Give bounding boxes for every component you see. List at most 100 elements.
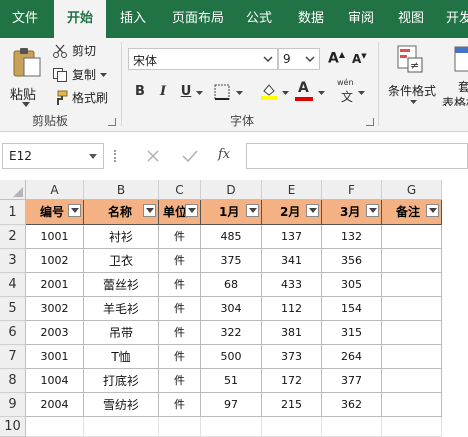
tab-data[interactable]: 数据	[298, 0, 324, 38]
increase-font-size-button[interactable]: A▲	[328, 50, 345, 67]
filter-dropdown-icon[interactable]	[68, 204, 81, 217]
table-cell[interactable]: 341	[262, 249, 322, 273]
empty-cell[interactable]	[382, 417, 442, 437]
column-header-c[interactable]: C	[159, 180, 201, 200]
table-cell[interactable]	[382, 369, 442, 393]
enter-check-icon[interactable]	[182, 149, 198, 163]
table-cell[interactable]: 433	[262, 273, 322, 297]
font-color-button[interactable]: A	[294, 80, 314, 102]
table-cell[interactable]	[382, 273, 442, 297]
row-header[interactable]: 1	[0, 200, 26, 225]
column-header-g[interactable]: G	[382, 180, 442, 200]
select-all-corner[interactable]	[0, 180, 26, 200]
fill-color-icon[interactable]	[260, 82, 278, 100]
column-header-d[interactable]: D	[201, 180, 262, 200]
row-header[interactable]: 9	[0, 393, 26, 417]
table-cell[interactable]: 打底衫	[84, 369, 159, 393]
column-header-b[interactable]: B	[84, 180, 159, 200]
empty-cell[interactable]	[322, 417, 382, 437]
chevron-down-icon[interactable]	[282, 91, 289, 95]
empty-cell[interactable]	[159, 417, 201, 437]
table-cell[interactable]: 373	[262, 345, 322, 369]
table-cell[interactable]: 3001	[26, 345, 84, 369]
header-cell[interactable]: 2月	[262, 200, 322, 225]
column-header-e[interactable]: E	[262, 180, 322, 200]
row-header[interactable]: 4	[0, 273, 26, 297]
font-launcher-icon[interactable]	[366, 118, 374, 126]
italic-button[interactable]: I	[153, 82, 173, 102]
empty-cell[interactable]	[84, 417, 159, 437]
tab-formulas[interactable]: 公式	[246, 0, 272, 38]
name-box[interactable]: E12	[2, 143, 104, 169]
tab-developer[interactable]: 开发	[446, 0, 468, 38]
table-cell[interactable]: 485	[201, 225, 262, 249]
row-header[interactable]: 2	[0, 225, 26, 249]
table-cell[interactable]	[382, 321, 442, 345]
table-cell[interactable]: 件	[159, 273, 201, 297]
paste-button[interactable]: 粘贴	[8, 44, 46, 107]
insert-function-icon[interactable]: fx	[218, 147, 230, 162]
tab-file[interactable]: 文件	[12, 0, 38, 38]
table-cell[interactable]	[382, 249, 442, 273]
chevron-down-icon[interactable]	[318, 91, 325, 95]
cut-button[interactable]: 剪切	[52, 42, 96, 59]
row-header[interactable]: 5	[0, 297, 26, 321]
table-cell[interactable]: 381	[262, 321, 322, 345]
filter-dropdown-icon[interactable]	[185, 204, 198, 217]
table-cell[interactable]: 件	[159, 225, 201, 249]
table-cell[interactable]: 500	[201, 345, 262, 369]
filter-dropdown-icon[interactable]	[366, 204, 379, 217]
tab-page-layout[interactable]: 页面布局	[172, 0, 224, 38]
chevron-down-icon[interactable]	[196, 91, 203, 95]
table-cell[interactable]: 2004	[26, 393, 84, 417]
format-as-table-button[interactable]: 套 表格格	[440, 44, 468, 106]
underline-button[interactable]: U	[176, 82, 196, 102]
table-cell[interactable]: 112	[262, 297, 322, 321]
table-cell[interactable]: 377	[322, 369, 382, 393]
tab-review[interactable]: 审阅	[348, 0, 374, 38]
header-cell[interactable]: 备注	[382, 200, 442, 225]
table-cell[interactable]: 322	[201, 321, 262, 345]
table-cell[interactable]: 件	[159, 249, 201, 273]
table-cell[interactable]: 137	[262, 225, 322, 249]
table-cell[interactable]: 雪纺衫	[84, 393, 159, 417]
decrease-font-size-button[interactable]: A▼	[352, 52, 367, 66]
chevron-down-icon[interactable]	[236, 91, 243, 95]
table-cell[interactable]: 蕾丝衫	[84, 273, 159, 297]
header-cell[interactable]: 单位	[159, 200, 201, 225]
table-cell[interactable]: 衬衫	[84, 225, 159, 249]
empty-cell[interactable]	[201, 417, 262, 437]
table-cell[interactable]: 卫衣	[84, 249, 159, 273]
row-header[interactable]: 8	[0, 369, 26, 393]
column-header-f[interactable]: F	[322, 180, 382, 200]
header-cell[interactable]: 名称	[84, 200, 159, 225]
font-size-select[interactable]: 9	[278, 48, 320, 70]
filter-dropdown-icon[interactable]	[426, 204, 439, 217]
table-cell[interactable]: 件	[159, 369, 201, 393]
tab-insert[interactable]: 插入	[120, 0, 146, 38]
table-cell[interactable]: 172	[262, 369, 322, 393]
table-cell[interactable]: 51	[201, 369, 262, 393]
phonetic-button[interactable]: wén 文	[336, 78, 360, 104]
table-cell[interactable]: 68	[201, 273, 262, 297]
table-cell[interactable]: 215	[262, 393, 322, 417]
table-cell[interactable]: 件	[159, 345, 201, 369]
table-cell[interactable]: 2003	[26, 321, 84, 345]
tab-view[interactable]: 视图	[398, 0, 424, 38]
cancel-icon[interactable]	[146, 149, 160, 163]
table-cell[interactable]: 羊毛衫	[84, 297, 159, 321]
header-cell[interactable]: 编号	[26, 200, 84, 225]
header-cell[interactable]: 3月	[322, 200, 382, 225]
formula-input[interactable]	[246, 143, 468, 169]
table-cell[interactable]: 362	[322, 393, 382, 417]
table-cell[interactable]: 2001	[26, 273, 84, 297]
row-header[interactable]: 3	[0, 249, 26, 273]
filter-dropdown-icon[interactable]	[246, 204, 259, 217]
table-cell[interactable]: 件	[159, 297, 201, 321]
table-cell[interactable]: 154	[322, 297, 382, 321]
format-painter-button[interactable]: 格式刷	[52, 89, 108, 106]
font-name-select[interactable]: 宋体	[128, 48, 278, 70]
table-cell[interactable]: 1002	[26, 249, 84, 273]
header-cell[interactable]: 1月	[201, 200, 262, 225]
table-cell[interactable]: 264	[322, 345, 382, 369]
